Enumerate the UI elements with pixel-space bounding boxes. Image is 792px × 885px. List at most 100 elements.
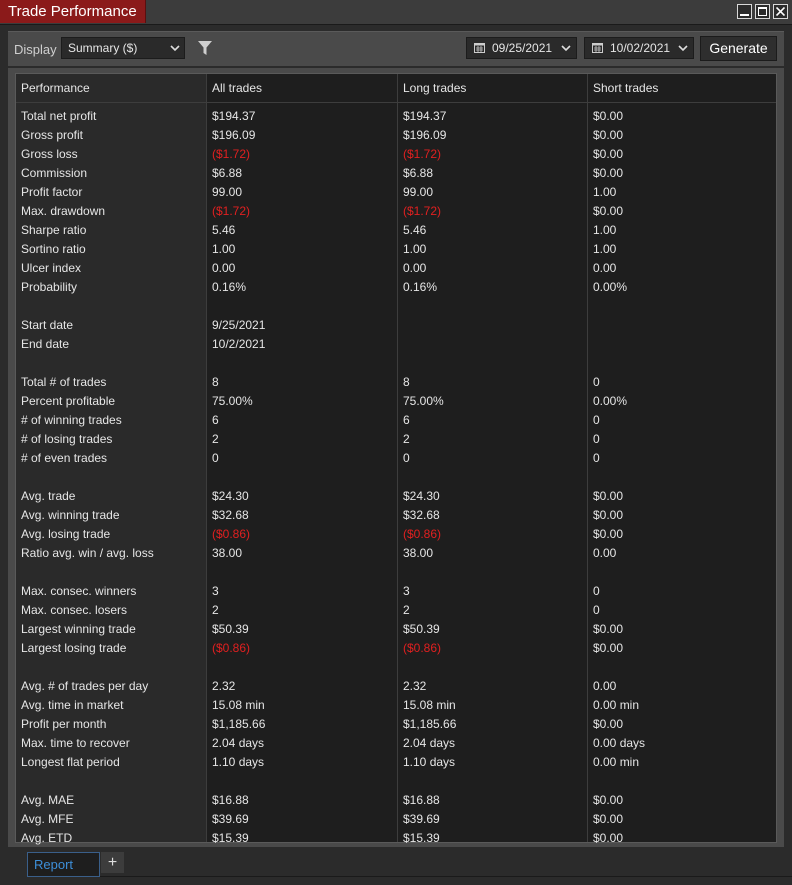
cell-long: 15.08 min (403, 698, 456, 712)
row-label: Profit factor (21, 185, 83, 199)
table-row (16, 658, 776, 677)
chevron-down-icon (678, 45, 688, 52)
cell-long: 1.00 (403, 242, 427, 256)
display-select[interactable]: Summary ($) (61, 37, 185, 59)
table-row: Max. time to recover 2.04 days 2.04 days 0.… (16, 734, 776, 753)
row-label: Largest losing trade (21, 641, 127, 655)
minimize-icon[interactable] (737, 4, 752, 19)
table-row: Max. drawdown ($1.72) ($1.72) $0.00 (16, 202, 776, 221)
chevron-down-icon (170, 45, 180, 52)
calendar-icon (592, 43, 603, 53)
table-row: Max. consec. winners 3 3 0 (16, 582, 776, 601)
chevron-down-icon (561, 45, 571, 52)
generate-button[interactable]: Generate (700, 36, 777, 61)
tab-bar: Report + (0, 850, 792, 885)
row-label: Commission (21, 166, 88, 180)
row-label: # of winning trades (21, 413, 122, 427)
cell-long: $32.68 (403, 508, 440, 522)
tab-report[interactable]: Report (27, 852, 100, 877)
start-date-picker[interactable]: 09/25/2021 (466, 37, 577, 59)
cell-short: $0.00 (593, 128, 624, 142)
filter-icon[interactable] (198, 41, 212, 55)
cell-all: 99.00 (212, 185, 243, 199)
end-date-picker[interactable]: 10/02/2021 (584, 37, 694, 59)
row-label: Profit per month (21, 717, 107, 731)
cell-all: ($1.72) (212, 147, 251, 161)
cell-long: $196.09 (403, 128, 447, 142)
cell-all: 8 (212, 375, 219, 389)
cell-all: $194.37 (212, 109, 256, 123)
cell-long: $194.37 (403, 109, 447, 123)
cell-all: 15.08 min (212, 698, 265, 712)
table-row: # of even trades 0 0 0 (16, 449, 776, 468)
cell-all: 75.00% (212, 394, 253, 408)
cell-short: 0.00 (593, 679, 617, 693)
cell-long: ($1.72) (403, 204, 442, 218)
table-row: Largest winning trade $50.39 $50.39 $0.00 (16, 620, 776, 639)
cell-long: 1.10 days (403, 755, 456, 769)
close-icon[interactable] (773, 4, 788, 19)
table-row (16, 772, 776, 791)
row-label: Sortino ratio (21, 242, 86, 256)
row-label: Gross profit (21, 128, 84, 142)
row-label: Ratio avg. win / avg. loss (21, 546, 154, 560)
cell-long: 0.16% (403, 280, 438, 294)
cell-long: $6.88 (403, 166, 434, 180)
cell-long: 3 (403, 584, 410, 598)
cell-long: 5.46 (403, 223, 427, 237)
row-label: Avg. MFE (21, 812, 74, 826)
row-label: Avg. # of trades per day (21, 679, 149, 693)
row-label: Max. drawdown (21, 204, 106, 218)
cell-long: 75.00% (403, 394, 444, 408)
cell-all: 10/2/2021 (212, 337, 266, 351)
cell-all: 0.16% (212, 280, 247, 294)
table-row: Longest flat period 1.10 days 1.10 days 0.0… (16, 753, 776, 772)
add-tab-button[interactable]: + (101, 852, 124, 873)
report-panel: Performance All trades Long trades Short… (8, 68, 784, 847)
cell-long: 0.00 (403, 261, 427, 275)
table-row: Sharpe ratio 5.46 5.46 1.00 (16, 221, 776, 240)
table-row (16, 468, 776, 487)
cell-all: 6 (212, 413, 219, 427)
row-label: # of losing trades (21, 432, 113, 446)
cell-long: ($0.86) (403, 527, 442, 541)
cell-short: $0.00 (593, 166, 624, 180)
header-performance[interactable]: Performance (21, 74, 90, 102)
header-long-trades[interactable]: Long trades (403, 74, 466, 102)
table-row: Probability 0.16% 0.16% 0.00% (16, 278, 776, 297)
row-label: Probability (21, 280, 78, 294)
table-row: Start date 9/25/2021 (16, 316, 776, 335)
table-row: Avg. trade $24.30 $24.30 $0.00 (16, 487, 776, 506)
end-date-value: 10/02/2021 (610, 41, 671, 55)
header-all-trades[interactable]: All trades (212, 74, 262, 102)
cell-all: 1.10 days (212, 755, 265, 769)
cell-long: 8 (403, 375, 410, 389)
cell-all: $24.30 (212, 489, 249, 503)
cell-all: 0.00 (212, 261, 236, 275)
table-row: Avg. time in market 15.08 min 15.08 min 0.0… (16, 696, 776, 715)
table-row: Profit factor 99.00 99.00 1.00 (16, 183, 776, 202)
row-label: Avg. losing trade (21, 527, 111, 541)
table-row: Profit per month $1,185.66 $1,185.66 $0.00 (16, 715, 776, 734)
maximize-icon[interactable] (755, 4, 770, 19)
row-label: Avg. trade (21, 489, 76, 503)
cell-short: $0.00 (593, 489, 624, 503)
table-row: Avg. winning trade $32.68 $32.68 $0.00 (16, 506, 776, 525)
table-row (16, 354, 776, 373)
cell-long: 2 (403, 603, 410, 617)
cell-long: 0 (403, 451, 410, 465)
cell-short: 0.00% (593, 394, 628, 408)
cell-short: 0.00 days (593, 736, 646, 750)
table-row: Gross loss ($1.72) ($1.72) $0.00 (16, 145, 776, 164)
cell-all: 3 (212, 584, 219, 598)
cell-short: $0.00 (593, 717, 624, 731)
cell-long: $50.39 (403, 622, 440, 636)
table-row: Commission $6.88 $6.88 $0.00 (16, 164, 776, 183)
cell-all: 1.00 (212, 242, 236, 256)
cell-long: 2 (403, 432, 410, 446)
header-short-trades[interactable]: Short trades (593, 74, 658, 102)
cell-all: ($0.86) (212, 527, 251, 541)
cell-short: 0 (593, 413, 600, 427)
cell-all: 2 (212, 603, 219, 617)
cell-long: ($1.72) (403, 147, 442, 161)
